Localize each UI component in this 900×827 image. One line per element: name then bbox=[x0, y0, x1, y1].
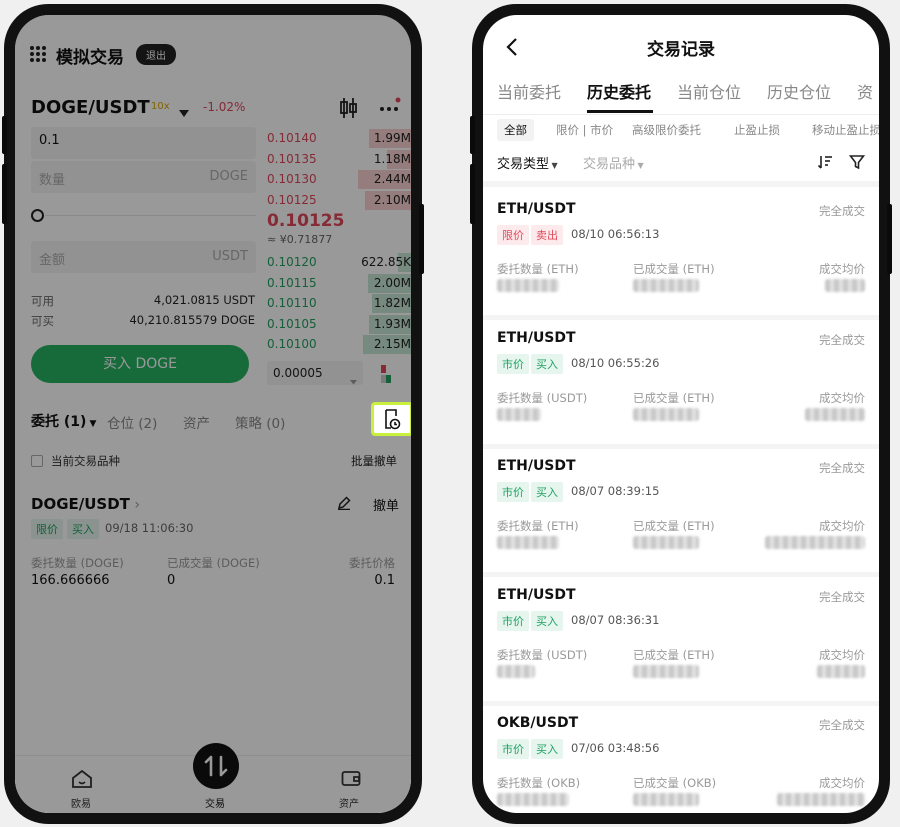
dim-overlay bbox=[15, 15, 411, 813]
section-separator bbox=[483, 181, 879, 187]
instrument-label: 交易品种 bbox=[583, 157, 636, 172]
record-side-tag: 卖出 bbox=[531, 225, 563, 245]
record-type-tag: 市价 bbox=[497, 610, 529, 631]
redacted-qty-value bbox=[497, 664, 535, 678]
record-time: 08/10 06:56:13 bbox=[571, 227, 660, 241]
record-pair: ETH/USDT bbox=[497, 329, 576, 346]
record-side-tag: 买入 bbox=[531, 353, 563, 374]
record-filled-label: 已成交量 (ETH) bbox=[633, 390, 715, 405]
record-avg-label: 成交均价 bbox=[819, 262, 865, 276]
record-avg-label: 成交均价 bbox=[819, 776, 865, 790]
order-record[interactable]: ETH/USDT 完全成交市价 买入 08/07 08:39:15 委托数量 (ETH)… bbox=[483, 448, 879, 570]
chip-3[interactable]: 止盈止损 bbox=[727, 119, 787, 141]
tab-4[interactable]: 资 bbox=[857, 79, 873, 103]
phone-side-button bbox=[2, 164, 7, 224]
record-qty-label: 委托数量 (ETH) bbox=[497, 262, 579, 276]
record-filled-label: 已成交量 (OKB) bbox=[633, 776, 717, 790]
chip-0[interactable]: 全部 bbox=[497, 119, 534, 141]
left-phone-frame: 模拟交易 退出 DOGE/USDT 10x -1.02% 0.1 数量 DOGE… bbox=[2, 4, 424, 824]
chip-1[interactable]: 限价 | 市价 bbox=[549, 119, 620, 141]
record-side-tag: 买入 bbox=[531, 610, 563, 631]
instrument-filter[interactable]: 交易品种 ▼ bbox=[583, 153, 644, 172]
tabs-divider bbox=[483, 114, 879, 115]
trade-screen: 模拟交易 退出 DOGE/USDT 10x -1.02% 0.1 数量 DOGE… bbox=[15, 15, 411, 813]
order-history-button[interactable] bbox=[371, 402, 411, 436]
redacted-qty-value bbox=[497, 793, 569, 806]
redacted-avg-value bbox=[817, 664, 865, 678]
tab-0[interactable]: 当前委托 bbox=[497, 79, 561, 103]
record-type-tag: 限价 bbox=[497, 225, 529, 245]
order-record[interactable]: ETH/USDT 完全成交市价 买入 08/07 08:36:31 委托数量 (USDT… bbox=[483, 577, 879, 699]
record-avg-label: 成交均价 bbox=[819, 519, 865, 533]
record-status: 完全成交 bbox=[819, 204, 865, 218]
phone-side-button bbox=[887, 204, 892, 274]
order-record[interactable]: OKB/USDT 完全成交市价 买入 07/06 03:48:56 委托数量 (OKB)… bbox=[483, 705, 879, 813]
trade-type-label: 交易类型 bbox=[497, 157, 550, 172]
record-avg-label: 成交均价 bbox=[819, 647, 865, 662]
redacted-avg-value bbox=[765, 536, 865, 549]
record-qty-label: 委托数量 (USDT) bbox=[497, 647, 588, 662]
tab-2[interactable]: 当前仓位 bbox=[677, 79, 741, 103]
filter-funnel-icon[interactable] bbox=[848, 154, 866, 170]
record-pair: OKB/USDT bbox=[497, 715, 579, 731]
record-qty-label: 委托数量 (USDT) bbox=[497, 390, 588, 405]
record-status: 完全成交 bbox=[819, 718, 865, 732]
order-history-icon bbox=[385, 409, 401, 430]
redacted-avg-value bbox=[777, 793, 865, 806]
record-status: 完全成交 bbox=[819, 332, 865, 347]
redacted-qty-value bbox=[497, 279, 559, 292]
record-filled-label: 已成交量 (ETH) bbox=[633, 519, 715, 533]
order-record[interactable]: ETH/USDT 完全成交市价 买入 08/10 06:55:26 委托数量 (USDT… bbox=[483, 320, 879, 442]
record-side-tag: 买入 bbox=[531, 482, 563, 502]
record-pair: ETH/USDT bbox=[497, 586, 576, 603]
redacted-filled-value bbox=[633, 664, 699, 678]
record-pair: ETH/USDT bbox=[497, 201, 576, 217]
redacted-qty-value bbox=[497, 407, 541, 421]
record-time: 08/07 08:39:15 bbox=[571, 484, 660, 498]
record-time: 08/07 08:36:31 bbox=[571, 612, 660, 627]
caret-down-icon: ▼ bbox=[635, 161, 644, 170]
redacted-filled-value bbox=[633, 793, 699, 806]
order-record[interactable]: ETH/USDT 完全成交限价 卖出 08/10 06:56:13 委托数量 (ETH)… bbox=[483, 191, 879, 313]
chip-4[interactable]: 移动止盈止损 bbox=[805, 119, 879, 141]
caret-down-icon: ▼ bbox=[549, 161, 558, 170]
right-phone-frame: 交易记录 当前委托 历史委托 当前仓位 历史仓位 资 全部 限价 | 市价 高级限价委托 止盈… bbox=[470, 4, 892, 824]
record-status: 完全成交 bbox=[819, 461, 865, 475]
redacted-avg-value bbox=[825, 279, 865, 292]
active-tab-underline bbox=[587, 110, 653, 113]
record-type-tag: 市价 bbox=[497, 353, 529, 374]
phone-side-button bbox=[470, 164, 475, 224]
redacted-avg-value bbox=[805, 407, 865, 421]
tab-1[interactable]: 历史委托 bbox=[587, 79, 651, 103]
phone-side-button bbox=[470, 116, 475, 154]
record-type-tag: 市价 bbox=[497, 739, 529, 759]
record-side-tag: 买入 bbox=[531, 739, 563, 759]
page-title: 交易记录 bbox=[647, 40, 715, 60]
phone-side-button bbox=[419, 204, 424, 274]
record-filled-label: 已成交量 (ETH) bbox=[633, 647, 715, 662]
sort-icon[interactable] bbox=[817, 154, 833, 170]
record-time: 08/10 06:55:26 bbox=[571, 355, 660, 370]
record-type-tag: 市价 bbox=[497, 482, 529, 502]
record-time: 07/06 03:48:56 bbox=[571, 741, 660, 755]
trade-type-filter[interactable]: 交易类型 ▼ bbox=[497, 153, 558, 172]
record-avg-label: 成交均价 bbox=[819, 390, 865, 405]
chip-2[interactable]: 高级限价委托 bbox=[625, 119, 708, 141]
phone-side-button bbox=[2, 116, 7, 154]
redacted-filled-value bbox=[633, 407, 699, 421]
redacted-qty-value bbox=[497, 536, 559, 549]
order-history-screen: 交易记录 当前委托 历史委托 当前仓位 历史仓位 资 全部 限价 | 市价 高级限价委托 止盈… bbox=[483, 15, 879, 813]
record-filled-label: 已成交量 (ETH) bbox=[633, 262, 715, 276]
redacted-filled-value bbox=[633, 536, 699, 549]
record-pair: ETH/USDT bbox=[497, 458, 576, 474]
record-qty-label: 委托数量 (OKB) bbox=[497, 776, 581, 790]
redacted-filled-value bbox=[633, 279, 699, 292]
record-qty-label: 委托数量 (ETH) bbox=[497, 519, 579, 533]
tab-3[interactable]: 历史仓位 bbox=[767, 79, 831, 103]
record-status: 完全成交 bbox=[819, 589, 865, 604]
